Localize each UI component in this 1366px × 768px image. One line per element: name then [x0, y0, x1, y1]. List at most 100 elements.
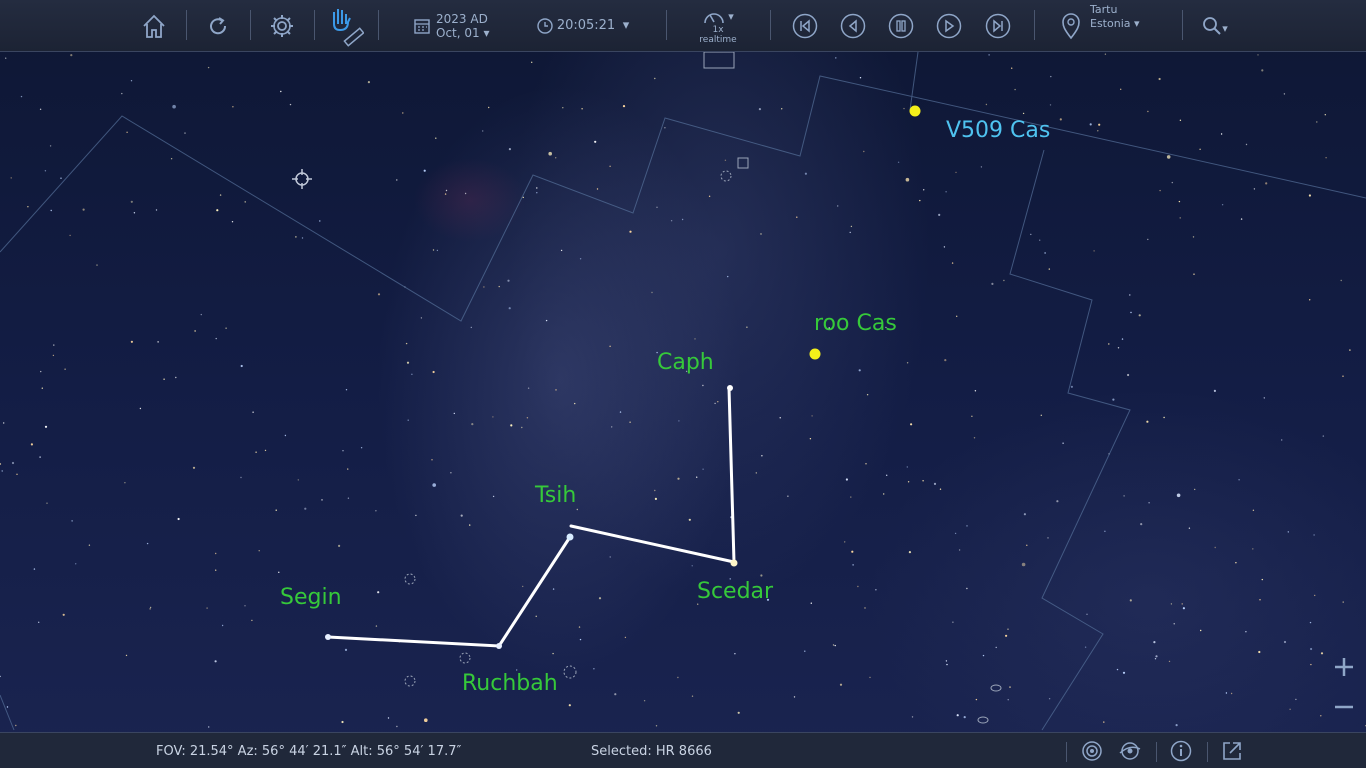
refresh-button[interactable]	[204, 0, 232, 52]
background-star	[1123, 495, 1125, 497]
background-star	[377, 591, 380, 594]
galaxy-marker[interactable]	[977, 716, 989, 724]
star-segin[interactable]	[325, 634, 331, 640]
date-selector[interactable]: 2023 AD Oct, 01 ▾	[436, 0, 496, 52]
background-star	[622, 105, 626, 108]
background-star	[971, 415, 973, 417]
step-back-button[interactable]	[839, 0, 867, 52]
background-star	[507, 279, 510, 282]
background-star	[1140, 523, 1143, 526]
star-ruchbah[interactable]	[496, 643, 502, 649]
center-target-button[interactable]	[1080, 733, 1104, 768]
background-star	[483, 286, 485, 288]
background-star	[1313, 534, 1315, 536]
background-star	[531, 61, 533, 63]
label-tsih[interactable]: Tsih	[535, 483, 576, 508]
zoom-out-button[interactable]	[1331, 694, 1357, 720]
background-star	[297, 479, 299, 481]
clock-button[interactable]	[534, 0, 556, 52]
background-star	[905, 177, 910, 182]
background-star	[1168, 660, 1171, 663]
background-star	[82, 208, 85, 211]
background-star	[121, 92, 123, 95]
background-star	[1084, 646, 1087, 648]
background-star	[1122, 671, 1126, 674]
open-cluster-marker[interactable]	[404, 675, 416, 687]
star-rho-cas[interactable]	[809, 348, 821, 360]
background-star	[727, 275, 729, 278]
open-cluster-marker[interactable]	[404, 573, 416, 585]
label-scedar[interactable]: Scedar	[697, 579, 773, 604]
background-star	[702, 384, 704, 387]
open-external-button[interactable]	[1220, 733, 1244, 768]
nebula-marker[interactable]	[737, 157, 749, 169]
open-cluster-marker[interactable]	[720, 170, 732, 182]
skip-forward-button[interactable]	[984, 0, 1012, 52]
open-cluster-marker[interactable]	[459, 652, 471, 664]
background-star	[1155, 655, 1158, 658]
location-selector[interactable]: Tartu Estonia ▾	[1090, 0, 1150, 52]
background-star	[1188, 527, 1191, 529]
label-rho-cas[interactable]: roo Cas	[814, 311, 897, 336]
speed-rate: 1x	[712, 25, 724, 35]
background-star	[1245, 143, 1248, 146]
star-scedar[interactable]	[730, 559, 738, 567]
search-dropdown: ▾	[1222, 22, 1228, 35]
background-star	[869, 676, 871, 679]
star-v509-cas[interactable]	[909, 105, 921, 117]
background-star	[1214, 546, 1216, 549]
calendar-button[interactable]	[410, 0, 434, 52]
background-star	[886, 474, 888, 476]
background-star	[536, 187, 538, 189]
open-cluster-marker[interactable]	[563, 665, 577, 679]
settings-button[interactable]	[266, 0, 298, 52]
background-star	[654, 497, 658, 500]
label-v509-cas[interactable]: V509 Cas	[946, 118, 1050, 143]
background-star	[1129, 294, 1131, 296]
play-button[interactable]	[935, 0, 963, 52]
sky-view[interactable]: V509 Cas roo Cas Caph Tsih Scedar Segin …	[0, 0, 1366, 768]
pause-button[interactable]	[887, 0, 915, 52]
star-tsih[interactable]	[566, 533, 574, 541]
time-speed-control[interactable]: ▾ 1x realtime	[694, 0, 742, 52]
label-segin[interactable]: Segin	[280, 585, 342, 610]
nebula-marker[interactable]	[703, 51, 735, 69]
time-display[interactable]: 20:05:21	[557, 0, 615, 52]
background-star	[52, 354, 55, 357]
location-button[interactable]	[1058, 0, 1084, 52]
background-star	[396, 725, 398, 728]
background-star	[1320, 715, 1322, 717]
background-star	[945, 191, 947, 193]
background-star	[5, 57, 7, 59]
background-star	[654, 489, 656, 492]
background-star	[1112, 398, 1115, 401]
background-star	[149, 608, 151, 610]
background-star	[444, 193, 447, 195]
search-button[interactable]: ▾	[1198, 0, 1232, 52]
star-caph[interactable]	[727, 385, 733, 391]
background-star	[450, 472, 452, 474]
track-object-button[interactable]	[1117, 733, 1143, 768]
skip-back-button[interactable]	[791, 0, 819, 52]
home-button[interactable]	[138, 0, 170, 52]
label-caph[interactable]: Caph	[657, 350, 714, 375]
label-ruchbah[interactable]: Ruchbah	[462, 671, 558, 696]
info-button[interactable]	[1169, 733, 1193, 768]
background-star	[16, 473, 18, 475]
zoom-in-button[interactable]	[1331, 654, 1357, 680]
background-star	[6, 706, 9, 708]
pan-measure-button[interactable]	[324, 0, 366, 52]
background-star	[952, 621, 954, 623]
background-star	[240, 476, 242, 479]
time-dropdown[interactable]: ▾	[618, 0, 634, 52]
background-star	[963, 716, 966, 719]
galaxy-marker[interactable]	[990, 684, 1002, 692]
play-icon	[936, 13, 962, 39]
selected-object: Selected: HR 8666	[591, 743, 712, 759]
background-star	[345, 389, 348, 391]
background-star	[75, 563, 77, 565]
background-star	[1322, 435, 1325, 437]
background-star	[655, 725, 658, 727]
background-star	[1235, 562, 1237, 564]
background-star	[1240, 218, 1243, 220]
